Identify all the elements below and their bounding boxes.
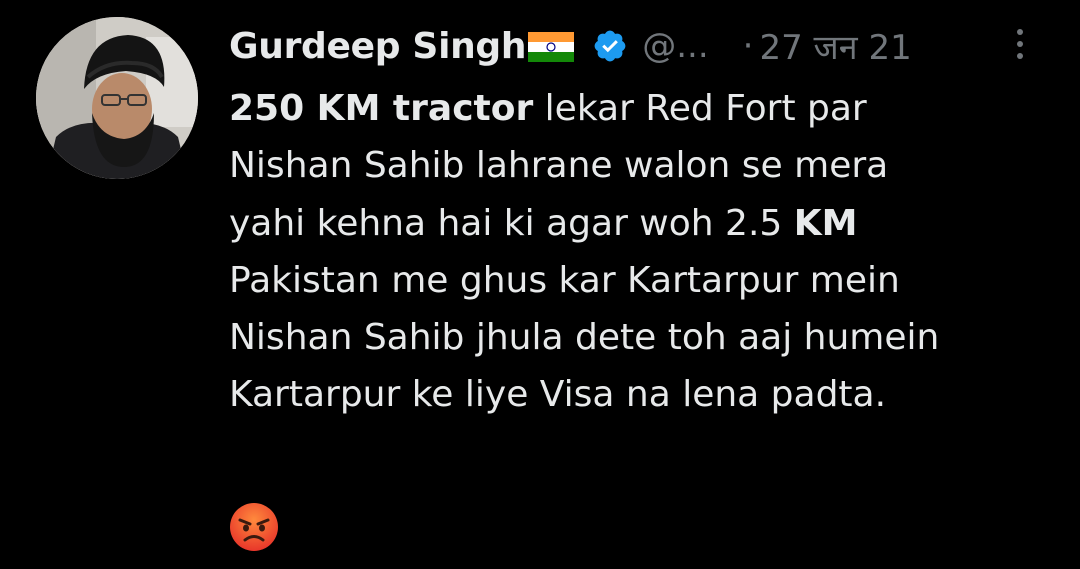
verified-badge-icon[interactable]	[592, 28, 628, 64]
separator-dot: ·	[742, 26, 754, 66]
tweet-text-bold-1: 250 KM tractor	[229, 88, 534, 129]
more-vertical-icon[interactable]	[1010, 26, 1030, 62]
avatar-image	[36, 17, 198, 179]
author-handle[interactable]: @...	[642, 26, 708, 66]
angry-face-emoji	[229, 502, 279, 552]
tweet-text: 250 KM tractor lekar Red Fort par Nishan…	[229, 80, 1059, 424]
avatar[interactable]	[36, 17, 198, 179]
tweet[interactable]: Gurdeep Singh @... · 27 जन 21 250 KM tra…	[0, 0, 1080, 569]
tweet-text-segment-4: Pakistan me ghus kar Kartarpur mein Nish…	[229, 259, 940, 416]
tweet-header: Gurdeep Singh @... · 27 जन 21	[229, 20, 1049, 72]
author-display-name[interactable]: Gurdeep Singh	[229, 26, 527, 67]
tweet-text-bold-2: KM	[793, 202, 858, 244]
india-flag-icon	[528, 32, 575, 62]
tweet-date[interactable]: 27 जन 21	[759, 23, 911, 69]
